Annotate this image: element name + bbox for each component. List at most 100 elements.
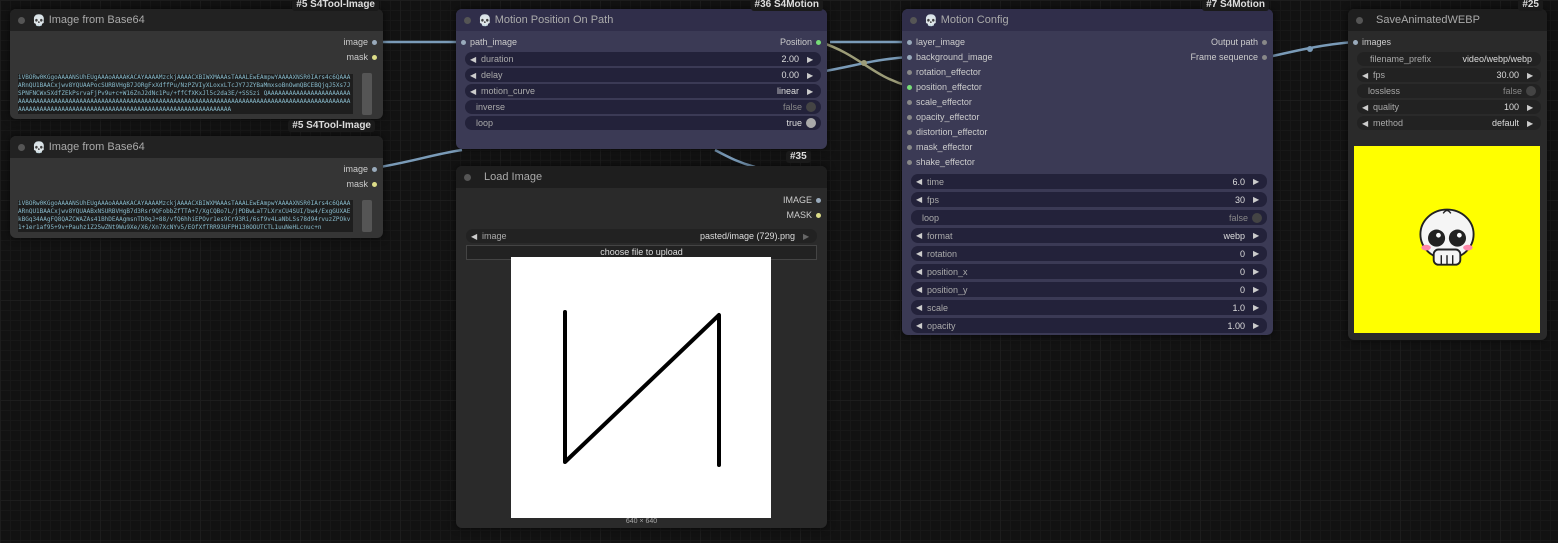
widget-loop[interactable]: loop true [465, 116, 821, 130]
widget-time[interactable]: ◀ time 6.0 ▶ [911, 174, 1267, 189]
input-scale-effector[interactable]: scale_effector [902, 95, 1273, 110]
arrow-left-icon[interactable]: ◀ [916, 321, 925, 330]
widget-rotation[interactable]: ◀ rotation 0 ▶ [911, 246, 1267, 261]
arrow-left-icon[interactable]: ◀ [471, 232, 480, 241]
arrow-left-icon[interactable]: ◀ [470, 87, 479, 96]
collapse-dot[interactable] [1356, 16, 1363, 24]
widget-inverse[interactable]: inverse false [465, 100, 821, 114]
output-image[interactable]: image [10, 35, 383, 50]
widget-fps[interactable]: ◀ fps 30 ▶ [911, 192, 1267, 207]
arrow-right-icon[interactable]: ▶ [1253, 285, 1262, 294]
arrow-right-icon[interactable]: ▶ [1253, 249, 1262, 258]
arrow-left-icon[interactable]: ◀ [1362, 119, 1371, 128]
node-header[interactable]: 💀 Image from Base64 [10, 136, 383, 158]
toggle-icon[interactable] [806, 102, 816, 112]
input-slot[interactable] [907, 99, 912, 105]
base64-textarea[interactable]: iVBORw0KGgoAAAANSUhEUgAAAoAAAAKACAYAAAAM… [18, 200, 353, 232]
node-header[interactable]: 💀 Motion Config [902, 9, 1273, 31]
output-slot[interactable] [1262, 54, 1267, 60]
arrow-right-icon[interactable]: ▶ [1527, 119, 1536, 128]
arrow-left-icon[interactable]: ◀ [1362, 71, 1371, 80]
node-header[interactable]: 💀 Image from Base64 [10, 9, 383, 31]
input-images[interactable]: images [1348, 35, 1547, 50]
io-background-image[interactable]: background_image Frame sequence [902, 50, 1273, 65]
output-slot[interactable] [372, 166, 377, 172]
input-slot[interactable] [907, 69, 912, 75]
node-motion-config[interactable]: #7 S4Motion 💀 Motion Config layer_image … [902, 0, 1273, 335]
toggle-icon[interactable] [1526, 86, 1536, 96]
scrollbar[interactable] [362, 200, 372, 232]
node-header[interactable]: SaveAnimatedWEBP [1348, 9, 1547, 31]
output-slot[interactable] [816, 197, 821, 203]
input-slot[interactable] [907, 84, 912, 90]
collapse-dot[interactable] [464, 173, 471, 181]
widget-quality[interactable]: ◀ quality 100 ▶ [1357, 100, 1541, 114]
arrow-right-icon[interactable]: ▶ [1253, 177, 1262, 186]
widget-position-y[interactable]: ◀ position_y 0 ▶ [911, 282, 1267, 297]
arrow-right-icon[interactable]: ▶ [807, 71, 816, 80]
input-slot[interactable] [907, 129, 912, 135]
arrow-left-icon[interactable]: ◀ [1362, 103, 1371, 112]
input-rotation-effector[interactable]: rotation_effector [902, 65, 1273, 80]
widget-format[interactable]: ◀ format webp ▶ [911, 228, 1267, 243]
widget-lossless[interactable]: lossless false [1357, 84, 1541, 98]
arrow-left-icon[interactable]: ◀ [916, 177, 925, 186]
input-slot[interactable] [907, 54, 912, 60]
output-slot[interactable] [372, 54, 377, 60]
toggle-icon[interactable] [1252, 212, 1262, 223]
input-slot[interactable] [907, 114, 912, 120]
input-slot[interactable] [907, 144, 912, 150]
input-position-effector[interactable]: position_effector [902, 80, 1273, 95]
node-header[interactable]: Load Image [456, 166, 827, 188]
widget-opacity[interactable]: ◀ opacity 1.00 ▶ [911, 318, 1267, 333]
output-slot[interactable] [1262, 39, 1267, 45]
output-mask[interactable]: MASK [456, 208, 827, 223]
output-image[interactable]: IMAGE [456, 193, 827, 208]
arrow-left-icon[interactable]: ◀ [470, 71, 479, 80]
node-image-from-base64-b[interactable]: #5 S4Tool-Image 💀 Image from Base64 imag… [10, 120, 383, 238]
arrow-right-icon[interactable]: ▶ [1527, 103, 1536, 112]
scrollbar[interactable] [362, 73, 372, 115]
output-image[interactable]: image [10, 162, 383, 177]
collapse-dot[interactable] [910, 16, 917, 24]
widget-delay[interactable]: ◀ delay 0.00 ▶ [465, 68, 821, 82]
arrow-right-icon[interactable]: ▶ [1253, 321, 1262, 330]
collapse-dot[interactable] [464, 16, 471, 24]
arrow-left-icon[interactable]: ◀ [916, 231, 925, 240]
base64-textarea[interactable]: iVBORw0KGgoAAAANSUhEUgAAAoAAAAKACAYAAAAM… [18, 74, 353, 114]
widget-method[interactable]: ◀ method default ▶ [1357, 116, 1541, 130]
arrow-right-icon[interactable]: ▶ [1527, 71, 1536, 80]
output-slot[interactable] [372, 181, 377, 187]
arrow-left-icon[interactable]: ◀ [916, 303, 925, 312]
arrow-right-icon[interactable]: ▶ [1253, 303, 1262, 312]
node-image-from-base64-a[interactable]: #5 S4Tool-Image 💀 Image from Base64 imag… [10, 0, 383, 119]
node-save-animated-webp[interactable]: #25 SaveAnimatedWEBP images filename_pre… [1348, 0, 1547, 340]
output-mask[interactable]: mask [10, 177, 383, 192]
node-load-image[interactable]: Load Image IMAGE MASK ◀ image pasted/image… [456, 166, 827, 528]
output-slot[interactable] [816, 39, 821, 45]
arrow-left-icon[interactable]: ◀ [470, 55, 479, 64]
node-header[interactable]: 💀 Motion Position On Path [456, 9, 827, 31]
widget-duration[interactable]: ◀ duration 2.00 ▶ [465, 52, 821, 66]
arrow-right-icon[interactable]: ▶ [807, 55, 816, 64]
input-distortion-effector[interactable]: distortion_effector [902, 125, 1273, 140]
widget-image-select[interactable]: ◀ image pasted/image (729).png ▶ [466, 229, 817, 243]
io-layer-image[interactable]: layer_image Output path [902, 35, 1273, 50]
input-slot[interactable] [1353, 39, 1358, 45]
arrow-left-icon[interactable]: ◀ [916, 285, 925, 294]
input-mask-effector[interactable]: mask_effector [902, 140, 1273, 155]
arrow-left-icon[interactable]: ◀ [916, 195, 925, 204]
arrow-left-icon[interactable]: ◀ [916, 267, 925, 276]
arrow-left-icon[interactable]: ◀ [916, 249, 925, 258]
toggle-icon[interactable] [806, 118, 816, 128]
collapse-dot[interactable] [18, 16, 25, 24]
arrow-right-icon[interactable]: ▶ [803, 232, 812, 241]
input-slot[interactable] [907, 39, 912, 45]
input-slot[interactable] [461, 39, 466, 45]
arrow-right-icon[interactable]: ▶ [1253, 231, 1262, 240]
input-slot[interactable] [907, 159, 912, 165]
node-motion-position-on-path[interactable]: #36 S4Motion 💀 Motion Position On Path p… [456, 0, 827, 149]
input-shake-effector[interactable]: shake_effector [902, 155, 1273, 170]
arrow-right-icon[interactable]: ▶ [807, 87, 816, 96]
widget-position-x[interactable]: ◀ position_x 0 ▶ [911, 264, 1267, 279]
